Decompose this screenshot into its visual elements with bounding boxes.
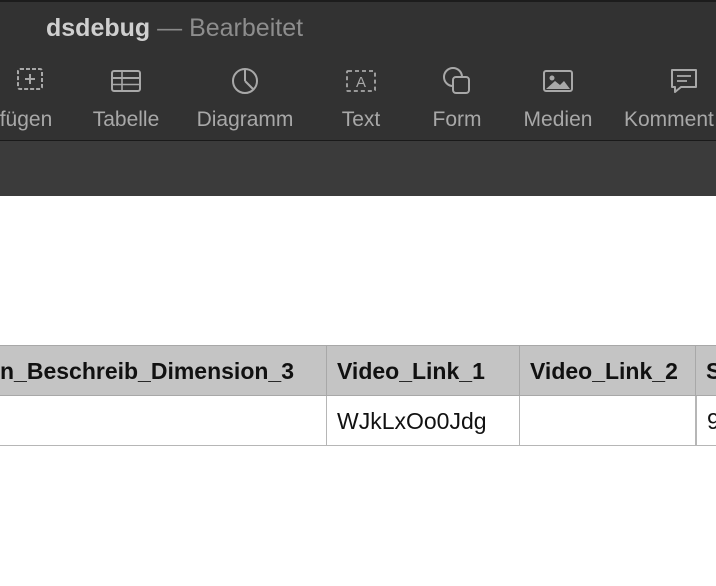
- spreadsheet-canvas: n_Beschreib_Dimension_3 Video_Link_1 Vid…: [0, 196, 716, 586]
- format-bar: [0, 140, 716, 196]
- media-icon: [543, 70, 573, 92]
- comment-label: Komment: [624, 108, 714, 131]
- shape-button[interactable]: Form: [422, 60, 492, 140]
- text-button[interactable]: A Text: [326, 60, 396, 140]
- document-status: Bearbeitet: [189, 14, 304, 42]
- table-cell[interactable]: WJkLxOo0Jdg: [327, 396, 520, 446]
- window-title: dsdebug — Bearbeitet: [46, 14, 303, 43]
- textbox-icon: A: [346, 70, 376, 92]
- header-cell-beschreib-dimension-3[interactable]: n_Beschreib_Dimension_3: [0, 345, 327, 396]
- document-name: dsdebug: [46, 14, 151, 42]
- media-button[interactable]: Medien: [514, 60, 602, 140]
- svg-text:A: A: [356, 74, 366, 91]
- chart-icon: [232, 68, 258, 94]
- header-cell-video-link-2[interactable]: Video_Link_2: [520, 345, 696, 396]
- window-toolbar: dsdebug — Bearbeitet fügen Tabelle Diagr…: [0, 0, 716, 140]
- media-label: Medien: [523, 108, 593, 131]
- table-cell[interactable]: [520, 396, 696, 446]
- insert-label: fügen: [0, 108, 53, 131]
- table-cell[interactable]: 9: [696, 396, 716, 446]
- shape-label: Form: [432, 108, 482, 131]
- table-cell[interactable]: [0, 396, 327, 446]
- comment-icon: [671, 69, 697, 93]
- header-cell-next-column[interactable]: S: [696, 345, 716, 396]
- table-button[interactable]: Tabelle: [84, 60, 168, 140]
- title-separator: —: [157, 14, 183, 42]
- chart-label: Diagramm: [196, 108, 294, 131]
- comment-button[interactable]: Komment: [620, 60, 716, 140]
- table-label: Tabelle: [92, 108, 160, 131]
- header-cell-video-link-1[interactable]: Video_Link_1: [327, 345, 520, 396]
- insert-icon: [17, 68, 43, 90]
- text-label: Text: [341, 108, 381, 131]
- insert-button[interactable]: fügen: [0, 60, 80, 140]
- chart-button[interactable]: Diagramm: [190, 60, 300, 140]
- table-icon: [111, 70, 141, 92]
- shape-icon: [443, 67, 470, 94]
